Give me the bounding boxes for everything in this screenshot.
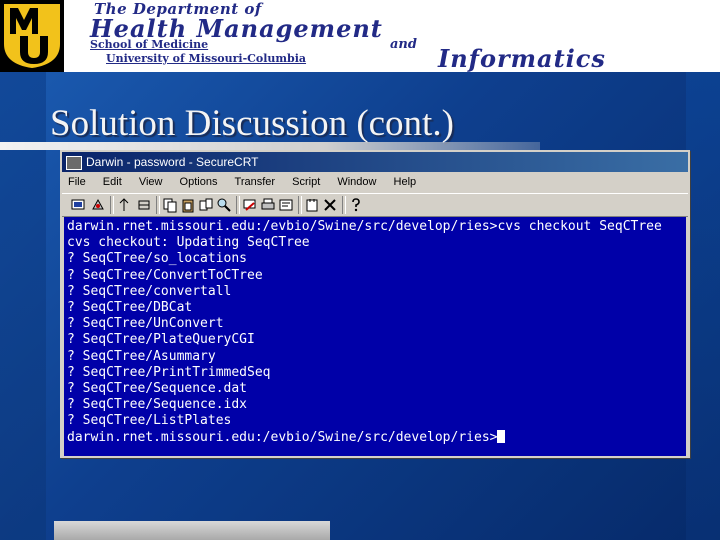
window-titlebar[interactable]: Darwin - password - SecureCRT <box>62 152 688 172</box>
terminal-prompt: darwin.rnet.missouri.edu:/evbio/Swine/sr… <box>67 429 498 445</box>
terminal-line: ? SeqCTree/so_locations <box>67 251 248 267</box>
copy-icon[interactable] <box>162 197 178 213</box>
print-screen-icon[interactable] <box>260 197 276 213</box>
toolbar-separator <box>236 196 240 214</box>
terminal-output: darwin.rnet.missouri.edu:/evbio/Swine/sr… <box>67 219 662 446</box>
department-banner: MU The Department of Health Management S… <box>0 0 720 73</box>
menu-help[interactable]: Help <box>394 172 417 192</box>
securecrt-app-icon <box>66 156 82 170</box>
toolbar <box>62 193 688 217</box>
terminal-line: ? SeqCTree/Sequence.idx <box>67 397 248 413</box>
toolbar-separator <box>342 196 346 214</box>
connect-icon[interactable] <box>70 197 86 213</box>
menu-edit[interactable]: Edit <box>103 172 122 192</box>
toolbar-separator <box>110 196 114 214</box>
window-title: Darwin - password - SecureCRT <box>86 155 259 169</box>
terminal-line: darwin.rnet.missouri.edu:/evbio/Swine/sr… <box>67 219 662 234</box>
menu-transfer[interactable]: Transfer <box>235 172 276 192</box>
mu-logo-icon <box>4 4 60 68</box>
menu-options[interactable]: Options <box>180 172 218 192</box>
bottom-decorative-bar <box>54 521 330 540</box>
terminal-line: ? SeqCTree/PlateQueryCGI <box>67 332 255 348</box>
banner-line-and: and <box>390 37 417 52</box>
sftp-icon[interactable] <box>322 197 338 213</box>
disconnect-icon[interactable] <box>136 197 152 213</box>
terminal-line: ? SeqCTree/ConvertToCTree <box>67 267 263 283</box>
quick-connect-icon[interactable] <box>90 197 106 213</box>
terminal-screen[interactable]: darwin.rnet.missouri.edu:/evbio/Swine/sr… <box>64 217 686 456</box>
print-icon[interactable] <box>242 197 258 213</box>
terminal-line: ? SeqCTree/PrintTrimmedSeq <box>67 364 271 380</box>
mu-logo: MU <box>0 0 64 72</box>
menu-file[interactable]: File <box>68 172 86 192</box>
banner-line-school: School of Medicine <box>90 38 209 51</box>
title-underline <box>0 142 540 150</box>
menu-view[interactable]: View <box>139 172 163 192</box>
properties-icon[interactable] <box>278 197 294 213</box>
terminal-line: ? SeqCTree/DBCat <box>67 300 193 316</box>
terminal-line: ? SeqCTree/convertall <box>67 283 232 299</box>
paste-icon[interactable] <box>180 197 196 213</box>
help-icon[interactable] <box>348 197 364 213</box>
menu-window[interactable]: Window <box>337 172 376 192</box>
menu-bar: File Edit View Options Transfer Script W… <box>62 172 688 192</box>
terminal-line: ? SeqCTree/Asummary <box>67 348 216 364</box>
banner-line-university: University of Missouri-Columbia <box>106 52 307 65</box>
terminal-line: cvs checkout: Updating SeqCTree <box>67 235 310 251</box>
terminal-line: ? SeqCTree/ListPlates <box>67 413 232 429</box>
connect-tab-icon[interactable] <box>116 197 132 213</box>
menu-script[interactable]: Script <box>292 172 320 192</box>
securecrt-window: Darwin - password - SecureCRT File Edit … <box>60 150 690 458</box>
terminal-line: ? SeqCTree/UnConvert <box>67 316 224 332</box>
background-right-strip <box>686 72 720 540</box>
copy-paste-icon[interactable] <box>198 197 214 213</box>
terminal-prompt-line: darwin.rnet.missouri.edu:/evbio/Swine/sr… <box>67 429 662 446</box>
banner-line-informatics: Informatics <box>438 44 606 73</box>
toolbar-separator <box>298 196 302 214</box>
terminal-cursor <box>497 429 506 443</box>
terminal-line: ? SeqCTree/Sequence.dat <box>67 381 248 397</box>
banner-text: The Department of Health Management Scho… <box>70 0 710 73</box>
settings-icon[interactable] <box>304 197 320 213</box>
slide-title: Solution Discussion (cont.) <box>50 103 454 144</box>
toolbar-separator <box>156 196 160 214</box>
find-icon[interactable] <box>216 197 232 213</box>
